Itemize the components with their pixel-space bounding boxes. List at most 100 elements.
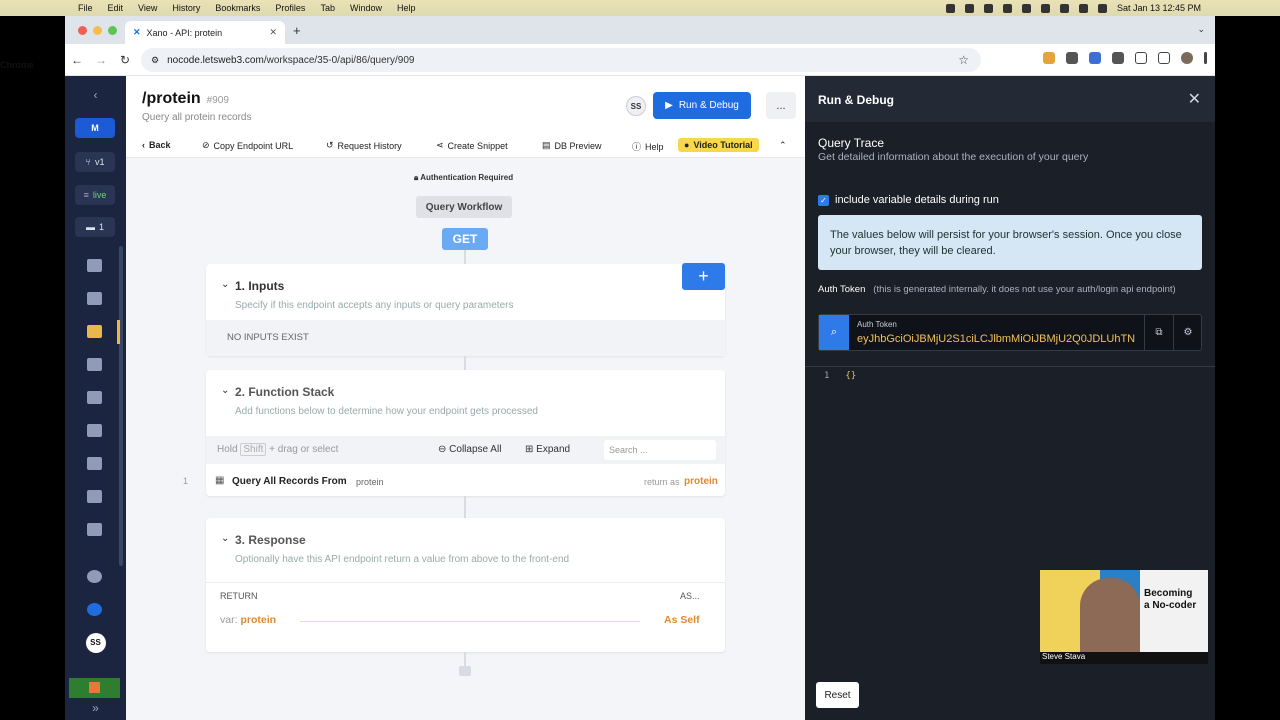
auth-token-field[interactable]: ⌕ Auth Token eyJhbGciOiJBMjU2S1ciLCJlbmM… xyxy=(818,314,1202,351)
menu-bookmarks[interactable]: Bookmarks xyxy=(215,3,260,13)
gear-icon[interactable]: ⚙ xyxy=(1173,315,1202,350)
expand-nav-icon[interactable]: » xyxy=(65,701,126,715)
function-stack-title[interactable]: 2. Function Stack xyxy=(235,385,334,399)
kebab-menu-icon[interactable] xyxy=(1204,52,1207,64)
copy-endpoint-url-link[interactable]: ⊘ Copy Endpoint URL xyxy=(202,140,293,151)
menu-view[interactable]: View xyxy=(138,3,157,13)
workspace-badge[interactable]: M xyxy=(75,118,115,138)
site-info-icon[interactable]: ⚙ xyxy=(151,55,159,66)
profile-avatar-icon[interactable] xyxy=(1181,52,1193,64)
settings-gear-icon[interactable] xyxy=(87,523,102,536)
wifi-icon[interactable] xyxy=(1059,3,1069,13)
close-window-icon[interactable] xyxy=(78,26,87,35)
help-question-icon[interactable] xyxy=(87,603,102,616)
menu-window[interactable]: Window xyxy=(350,3,382,13)
link-icon: ⊘ xyxy=(202,140,210,150)
collapse-nav-icon[interactable]: ‹ xyxy=(65,88,126,102)
chevron-down-icon[interactable]: ⌄ xyxy=(221,385,229,396)
status-icon[interactable] xyxy=(964,3,974,13)
request-history-link[interactable]: ↺ Request History xyxy=(326,140,402,151)
back-link[interactable]: ‹ Back xyxy=(142,140,171,150)
api-layers-icon[interactable] xyxy=(87,325,102,338)
back-icon[interactable]: ← xyxy=(65,53,89,67)
gift-button[interactable] xyxy=(69,678,120,698)
dashboard-icon[interactable] xyxy=(87,259,102,272)
zoom-window-icon[interactable] xyxy=(108,26,117,35)
response-row[interactable]: var: protein As Self xyxy=(220,614,710,638)
menu-edit[interactable]: Edit xyxy=(108,3,124,13)
search-icon[interactable] xyxy=(1078,3,1088,13)
search-icon[interactable]: ⌕ xyxy=(819,315,849,350)
collaborator-avatar[interactable]: SS xyxy=(626,96,646,116)
reset-button[interactable]: Reset xyxy=(816,682,859,708)
address-bar[interactable]: ⚙ nocode.letsweb3.com/workspace/35-0/api… xyxy=(141,48,981,72)
function-row[interactable]: 1 ▦ Query All Records From protein retur… xyxy=(183,468,725,496)
more-options-button[interactable]: ... xyxy=(766,92,796,119)
menu-file[interactable]: File xyxy=(78,3,93,13)
auth-token-note: (this is generated internally. it does n… xyxy=(873,284,1176,295)
status-icon[interactable] xyxy=(983,3,993,13)
expand-button[interactable]: ⊞ Expand xyxy=(525,444,570,455)
function-search-input[interactable]: Search ... xyxy=(604,440,716,460)
menu-history[interactable]: History xyxy=(172,3,200,13)
comments-badge[interactable]: ▬ 1 xyxy=(75,217,115,237)
inputs-title[interactable]: 1. Inputs xyxy=(235,279,284,293)
live-badge[interactable]: ≡ live xyxy=(75,185,115,205)
db-preview-link[interactable]: ▤ DB Preview xyxy=(542,140,602,151)
forward-icon[interactable]: → xyxy=(89,53,113,67)
add-input-button[interactable]: + xyxy=(682,263,725,290)
reload-icon[interactable]: ↻ xyxy=(113,53,137,67)
chevron-down-icon[interactable]: ⌄ xyxy=(221,533,229,544)
branch-badge[interactable]: ⑂ v1 xyxy=(75,152,115,172)
help-link[interactable]: ⓘ Help xyxy=(632,140,664,153)
extension-icon[interactable] xyxy=(1089,52,1101,64)
http-method-badge[interactable]: GET xyxy=(442,228,488,250)
side-panel-icon[interactable] xyxy=(1158,52,1170,64)
checkbox-checked-icon[interactable]: ✓ xyxy=(818,194,829,206)
battery-icon[interactable] xyxy=(1040,3,1050,13)
video-tutorial-button[interactable]: ● Video Tutorial xyxy=(678,138,759,152)
result-code-view[interactable]: 1 {} xyxy=(824,371,856,381)
control-center-icon[interactable] xyxy=(1097,3,1107,13)
collapse-all-button[interactable]: ⊖ Collapse All xyxy=(438,444,501,455)
clock[interactable]: Sat Jan 13 12:45 PM xyxy=(1117,3,1201,13)
marketplace-icon[interactable] xyxy=(87,424,102,437)
database-table-icon[interactable] xyxy=(87,292,102,305)
create-snippet-link[interactable]: ⋖ Create Snippet xyxy=(436,140,508,151)
close-tab-icon[interactable]: ✕ xyxy=(269,27,277,38)
variable-details-checkbox[interactable]: ✓ include variable details during run xyxy=(818,194,999,206)
nav-scrollbar[interactable] xyxy=(119,246,123,566)
run-debug-button[interactable]: ▶ Run & Debug xyxy=(653,92,751,119)
tab-search-icon[interactable]: ⌄ xyxy=(1197,24,1205,35)
bookmark-star-icon[interactable]: ☆ xyxy=(958,53,969,67)
menu-help[interactable]: Help xyxy=(397,3,416,13)
response-title[interactable]: 3. Response xyxy=(235,533,306,547)
endpoint-subnav: ‹ Back ⊘ Copy Endpoint URL ↺ Request Histor… xyxy=(126,134,805,158)
minimize-window-icon[interactable] xyxy=(93,26,102,35)
megaphone-icon[interactable] xyxy=(87,570,102,583)
new-tab-icon[interactable]: + xyxy=(293,23,301,38)
token-value[interactable]: eyJhbGciOiJBMjU2S1ciLCJlbmMiOiJBMjU2Q0JD… xyxy=(857,333,1143,345)
chevron-down-icon[interactable]: ⌄ xyxy=(221,279,229,290)
menu-profiles[interactable]: Profiles xyxy=(275,3,305,13)
menu-tab[interactable]: Tab xyxy=(320,3,335,13)
divider xyxy=(300,621,640,622)
user-avatar[interactable]: SS xyxy=(65,633,126,653)
status-icon[interactable] xyxy=(1002,3,1012,13)
bluetooth-icon[interactable] xyxy=(1021,3,1031,13)
extension-icon[interactable] xyxy=(1066,52,1078,64)
copy-icon[interactable]: ⧉ xyxy=(1144,315,1173,350)
close-icon[interactable]: ✕ xyxy=(1188,89,1201,109)
puzzle-icon[interactable] xyxy=(1112,52,1124,64)
browser-tab[interactable]: ✕ Xano - API: protein ✕ xyxy=(125,21,285,44)
plus-square-icon: ⊞ xyxy=(525,444,534,455)
download-icon[interactable] xyxy=(1135,52,1147,64)
lightning-icon[interactable] xyxy=(87,490,102,503)
extension-icon[interactable] xyxy=(1043,52,1055,64)
query-trace-title: Query Trace xyxy=(818,136,885,150)
addons-icon[interactable] xyxy=(87,391,102,404)
status-icon[interactable] xyxy=(945,3,955,13)
collapse-subnav-icon[interactable]: ⌃ xyxy=(779,140,787,151)
store-icon[interactable] xyxy=(87,457,102,470)
history-icon[interactable] xyxy=(87,358,102,371)
